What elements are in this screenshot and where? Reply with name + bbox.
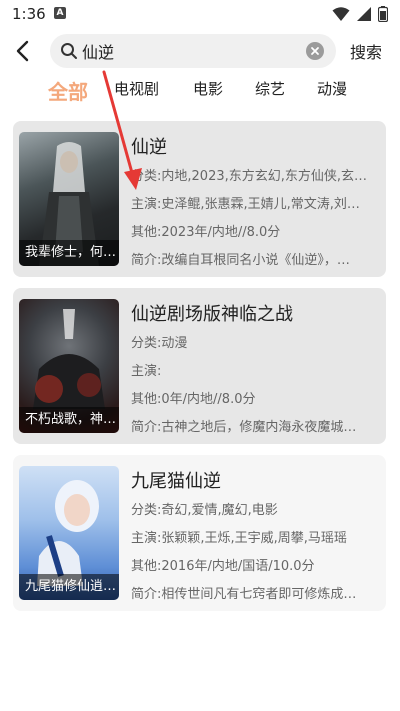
intro-line: 简介:改编自耳根同名小说《仙逆》，…	[131, 249, 375, 268]
other-line: 其他:0年/内地//8.0分	[131, 388, 375, 407]
clear-icon	[311, 47, 319, 55]
genre-line: 分类:内地,2023,东方玄幻,东方仙侠,玄…	[131, 165, 375, 184]
status-time: 1:36	[12, 5, 46, 23]
other-value: 2016年/内地/国语/10.0分	[161, 559, 315, 574]
cast-label: 主演:	[131, 364, 162, 379]
genre-value: 内地,2023,东方玄幻,东方仙侠,玄…	[161, 169, 368, 184]
genre-label: 分类:	[131, 169, 162, 184]
result-card[interactable]: 我辈修士，何… 仙逆 分类:内地,2023,东方玄幻,东方仙侠,玄… 主演:史泽…	[13, 121, 386, 277]
genre-label: 分类:	[131, 503, 162, 518]
clear-search-button[interactable]	[306, 42, 324, 60]
other-line: 其他:2023年/内地//8.0分	[131, 221, 375, 240]
result-title: 仙逆剧场版神临之战	[131, 304, 293, 325]
battery-icon	[378, 6, 388, 22]
intro-line: 简介:古神之地后，修魔内海永夜魔城…	[131, 416, 375, 435]
genre-label: 分类:	[131, 336, 162, 351]
tab-movies[interactable]: 电影	[193, 78, 223, 99]
cast-value: 张颖颖,王烁,王宇威,周攀,马瑶瑶	[161, 531, 347, 546]
cast-line: 主演:	[131, 360, 375, 379]
search-bar-row: 搜索	[0, 30, 400, 74]
result-card[interactable]: 九尾猫修仙逍… 九尾猫仙逆 分类:奇幻,爱情,魔幻,电影 主演:张颖颖,王烁,王…	[13, 455, 386, 611]
cast-line: 主演:史泽鲲,张惠霖,王婧儿,常文涛,刘…	[131, 193, 375, 212]
result-title: 九尾猫仙逆	[131, 471, 221, 492]
poster-image: 不朽战歌，神…	[19, 299, 119, 433]
status-bar: 1:36 A	[0, 0, 400, 28]
intro-label: 简介:	[131, 253, 162, 268]
intro-label: 简介:	[131, 420, 162, 435]
status-icons	[332, 6, 388, 22]
cast-label: 主演:	[131, 531, 162, 546]
back-arrow-icon[interactable]	[8, 36, 38, 66]
tab-tv-series[interactable]: 电视剧	[114, 78, 159, 99]
cast-value: 史泽鲲,张惠霖,王婧儿,常文涛,刘…	[161, 197, 360, 212]
category-tabs: 全部 电视剧 电影 综艺 动漫	[0, 76, 400, 105]
cast-label: 主演:	[131, 197, 162, 212]
other-line: 其他:2016年/内地/国语/10.0分	[131, 555, 375, 574]
intro-value: 改编自耳根同名小说《仙逆》，…	[161, 253, 350, 268]
app-notification-icon: A	[54, 7, 66, 19]
search-box[interactable]	[50, 34, 336, 68]
genre-value: 奇幻,爱情,魔幻,电影	[161, 503, 278, 518]
tab-all[interactable]: 全部	[48, 76, 88, 105]
poster-image: 九尾猫修仙逍…	[19, 466, 119, 600]
genre-line: 分类:动漫	[131, 332, 375, 351]
intro-line: 简介:相传世间凡有七窍者即可修炼成…	[131, 583, 375, 602]
poster-caption: 九尾猫修仙逍…	[19, 574, 119, 600]
intro-label: 简介:	[131, 587, 162, 602]
other-label: 其他:	[131, 392, 162, 407]
search-button[interactable]: 搜索	[350, 39, 382, 63]
intro-value: 古神之地后，修魔内海永夜魔城…	[161, 420, 357, 435]
other-label: 其他:	[131, 225, 162, 240]
signal-icon	[357, 7, 371, 21]
result-title: 仙逆	[131, 137, 167, 158]
tab-anime[interactable]: 动漫	[317, 78, 347, 99]
other-value: 0年/内地//8.0分	[161, 392, 256, 407]
cast-line: 主演:张颖颖,王烁,王宇威,周攀,马瑶瑶	[131, 527, 375, 546]
tab-variety[interactable]: 综艺	[255, 78, 285, 99]
poster-image: 我辈修士，何…	[19, 132, 119, 266]
genre-line: 分类:奇幻,爱情,魔幻,电影	[131, 499, 375, 518]
genre-value: 动漫	[161, 336, 188, 351]
result-card[interactable]: 不朽战歌，神… 仙逆剧场版神临之战 分类:动漫 主演: 其他:0年/内地//8.…	[13, 288, 386, 444]
other-label: 其他:	[131, 559, 162, 574]
search-input[interactable]	[82, 34, 302, 68]
intro-value: 相传世间凡有七窍者即可修炼成…	[161, 587, 357, 602]
wifi-icon	[332, 7, 350, 21]
poster-caption: 我辈修士，何…	[19, 240, 119, 266]
other-value: 2023年/内地//8.0分	[161, 225, 281, 240]
search-icon	[61, 43, 77, 59]
poster-caption: 不朽战歌，神…	[19, 407, 119, 433]
